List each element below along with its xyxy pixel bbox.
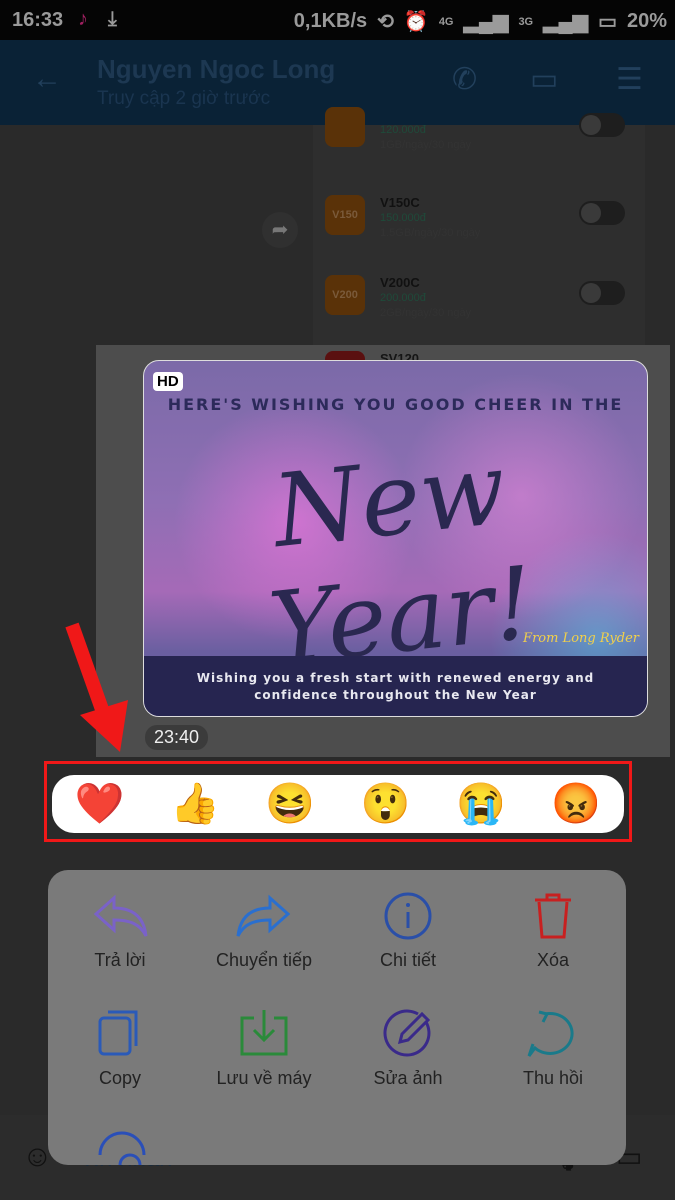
copy-icon [98, 1010, 138, 1056]
signal-4g: 4G [438, 15, 454, 28]
menu-save[interactable]: Lưu về máy [194, 1008, 334, 1089]
network-speed: 0,1KB/s [293, 10, 368, 32]
reaction-like[interactable]: 👍 [170, 784, 220, 824]
reaction-cry[interactable]: 😭 [456, 784, 506, 824]
menu-delete[interactable]: Xóa [483, 892, 623, 971]
menu-label: Chuyển tiếp [215, 950, 313, 970]
menu-details[interactable]: Chi tiết [338, 892, 478, 971]
reaction-haha[interactable]: 😆 [265, 784, 315, 824]
menu-list-icon[interactable]: ☰ [616, 62, 643, 97]
share-icon[interactable]: ➦ [262, 212, 298, 248]
package-list-message: 120.000đ 1GB/ngày/30 ngày V150 V150C 150.00… [313, 107, 645, 369]
hd-badge: HD [153, 372, 183, 391]
package-name: V200C [380, 275, 420, 290]
package-toggle[interactable] [579, 201, 625, 225]
signal-3g: 3G [518, 15, 534, 28]
package-price: 150.000đ [380, 212, 426, 224]
reply-icon [93, 894, 148, 937]
forward-icon [236, 894, 291, 937]
reaction-heart[interactable]: ❤️ [75, 784, 125, 824]
package-item: V200 V200C 200.000đ 2GB/ngày/30 ngày [325, 275, 635, 345]
menu-label: Lưu về máy [216, 1068, 312, 1088]
tiktok-icon: ♪ [78, 8, 88, 30]
menu-label: Copy [98, 1068, 142, 1088]
package-toggle[interactable] [579, 113, 625, 137]
package-logo: V150 [325, 195, 365, 235]
menu-select[interactable] [50, 1125, 190, 1165]
select-icon [98, 1131, 146, 1165]
sync-icon: ⟲ [377, 11, 394, 33]
package-item: 120.000đ 1GB/ngày/30 ngày [325, 107, 635, 177]
signal-icon: ▂▄▆ [543, 11, 589, 33]
reaction-bar: ❤️ 👍 😆 😲 😭 😡 [52, 775, 624, 833]
status-time: 16:33 [12, 9, 64, 31]
package-item: V150 V150C 150.000đ 1.5GB/ngày/30 ngày [325, 195, 635, 265]
menu-forward[interactable]: Chuyển tiếp [194, 892, 334, 971]
card-heading: HERE'S WISHING YOU GOOD CHEER IN THE [167, 395, 624, 414]
red-arrow-annotation [65, 622, 128, 752]
edit-icon [383, 1009, 431, 1057]
new-year-image-message[interactable]: HD HERE'S WISHING YOU GOOD CHEER IN THE … [143, 360, 648, 717]
message-action-menu: Trả lời Chuyển tiếp Chi tiết Xóa Copy Lư… [48, 870, 626, 1165]
card-signature: From Long Ryder [523, 631, 639, 646]
package-desc: 2GB/ngày/30 ngày [380, 307, 472, 319]
battery-level: 20% [626, 10, 667, 32]
last-seen: Truy cập 2 giờ trước [97, 88, 271, 109]
reaction-angry[interactable]: 😡 [551, 784, 601, 824]
package-price: 120.000đ [380, 124, 426, 136]
reaction-wow[interactable]: 😲 [361, 784, 411, 824]
package-desc: 1.5GB/ngày/30 ngày [380, 227, 481, 239]
download-icon [240, 1010, 288, 1056]
package-logo: V200 [325, 275, 365, 315]
battery-icon: ▭ [598, 11, 617, 33]
video-call-icon[interactable]: ▭ [530, 62, 558, 97]
menu-reply[interactable]: Trả lời [50, 892, 190, 971]
recall-icon [527, 1010, 574, 1057]
menu-label: Chi tiết [379, 950, 437, 970]
back-icon[interactable]: ← [32, 62, 62, 96]
download-icon: ⤓ [108, 8, 117, 30]
package-price: 200.000đ [380, 292, 426, 304]
phone-icon[interactable]: ✆ [452, 62, 477, 97]
menu-label: Trả lời [94, 950, 146, 970]
package-name: V150C [380, 195, 420, 210]
menu-label: Xóa [536, 950, 570, 970]
menu-label: Thu hồi [522, 1068, 584, 1088]
contact-name[interactable]: Nguyen Ngoc Long [97, 54, 335, 85]
card-message: Wishing you a fresh start with renewed e… [144, 656, 647, 716]
menu-edit-image[interactable]: Sửa ảnh [338, 1008, 478, 1089]
message-time: 23:40 [145, 725, 209, 750]
package-desc: 1GB/ngày/30 ngày [380, 139, 472, 151]
alarm-icon: ⏰ [403, 11, 429, 33]
status-bar: 16:33 ♪ ⤓ 0,1KB/s ⟲ ⏰ 4G ▂▄▆ 3G ▂▄▆ ▭ 20% [0, 0, 675, 40]
menu-recall[interactable]: Thu hồi [483, 1008, 623, 1089]
package-logo [325, 107, 365, 147]
package-toggle[interactable] [579, 281, 625, 305]
menu-copy[interactable]: Copy [50, 1008, 190, 1089]
info-icon [384, 892, 432, 940]
trash-icon [535, 893, 571, 939]
menu-label: Sửa ảnh [373, 1068, 443, 1088]
signal-icon: ▂▄▆ [463, 11, 509, 33]
